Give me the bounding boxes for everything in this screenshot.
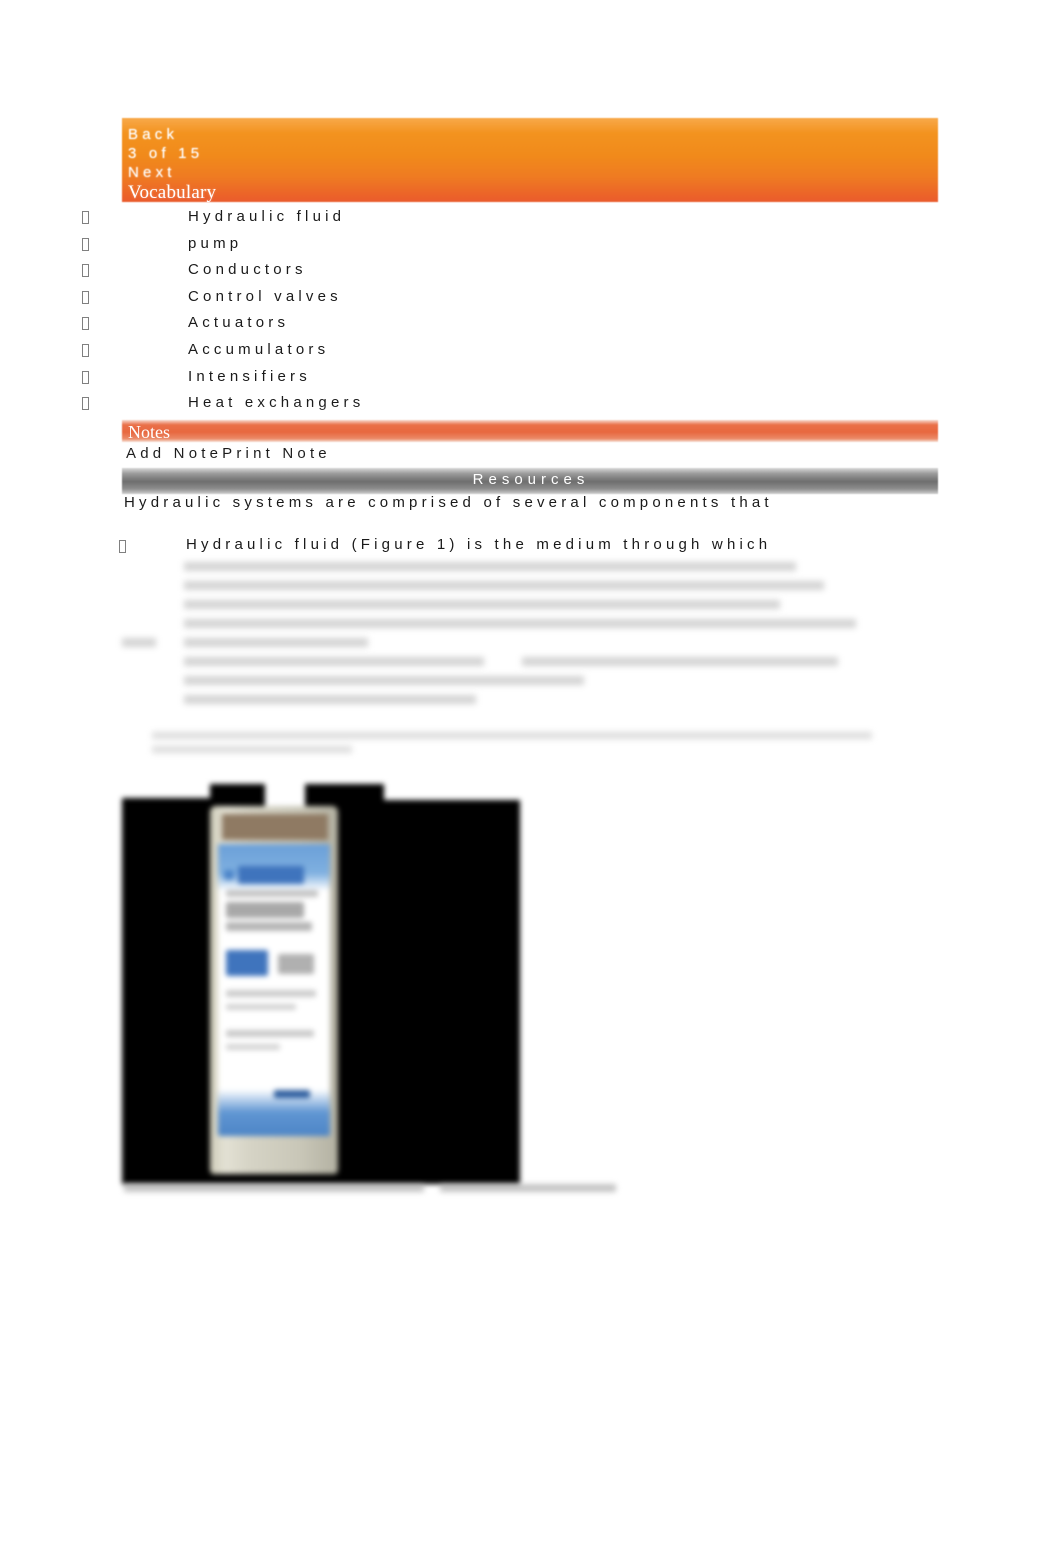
blurred-body-text (122, 562, 882, 762)
list-item[interactable]: Conductors (0, 261, 1062, 288)
bullet-icon (119, 540, 126, 553)
vocabulary-term: Conductors (188, 261, 307, 279)
photo-edge (265, 784, 305, 808)
notes-section-bar (122, 420, 938, 442)
vocabulary-term: Control valves (188, 287, 342, 305)
page-indicator: 3 of 15 (128, 145, 204, 162)
container-label (218, 844, 330, 1136)
figure-1-hydraulic-fluid-photo (122, 784, 520, 1184)
bullet-icon (82, 237, 89, 251)
vocabulary-term: Intensifiers (188, 367, 311, 385)
figure-caption (124, 1182, 624, 1208)
print-note-button[interactable]: Print Note (222, 445, 331, 462)
bullet-icon (82, 211, 89, 224)
vocabulary-term: Hydraulic fluid (188, 208, 346, 225)
notes-actions: Add NotePrint Note (126, 445, 331, 463)
intro-paragraph: Hydraulic systems are comprised of sever… (124, 494, 773, 511)
bullet-icon (82, 397, 89, 411)
vocabulary-section-heading: Vocabulary (128, 182, 217, 203)
list-item[interactable]: Control valves (0, 288, 1062, 315)
list-item[interactable]: Intensifiers (0, 368, 1062, 395)
vocabulary-term: pump (188, 234, 243, 252)
notes-section-heading: Notes (128, 422, 170, 442)
add-note-button[interactable]: Add Note (126, 445, 222, 462)
bullet-icon (82, 343, 89, 357)
resources-section-heading: Resources (472, 471, 590, 488)
next-button[interactable]: Next (128, 164, 176, 181)
bullet-icon (82, 290, 89, 304)
content-bullet-text: Hydraulic fluid (Figure 1) is the medium… (186, 536, 772, 553)
navigation-bar: Back 3 of 15 Next (122, 118, 938, 202)
photo-edge (122, 784, 210, 798)
vocabulary-term: Accumulators (188, 340, 330, 358)
container-cap (222, 814, 328, 840)
list-item[interactable]: Heat exchangers (0, 394, 1062, 421)
bullet-icon (82, 370, 89, 384)
vocabulary-term: Heat exchangers (188, 394, 365, 412)
bullet-icon (82, 264, 89, 278)
vocabulary-list: Hydraulic fluid pump Conductors Control … (0, 208, 1062, 421)
photo-edge (384, 784, 520, 800)
list-item[interactable]: Hydraulic fluid (0, 208, 1062, 235)
list-item[interactable]: pump (0, 235, 1062, 262)
bullet-icon (82, 317, 89, 331)
vocabulary-term: Actuators (188, 314, 290, 332)
back-button[interactable]: Back (128, 126, 178, 143)
list-item[interactable]: Accumulators (0, 341, 1062, 368)
list-item[interactable]: Actuators (0, 314, 1062, 341)
